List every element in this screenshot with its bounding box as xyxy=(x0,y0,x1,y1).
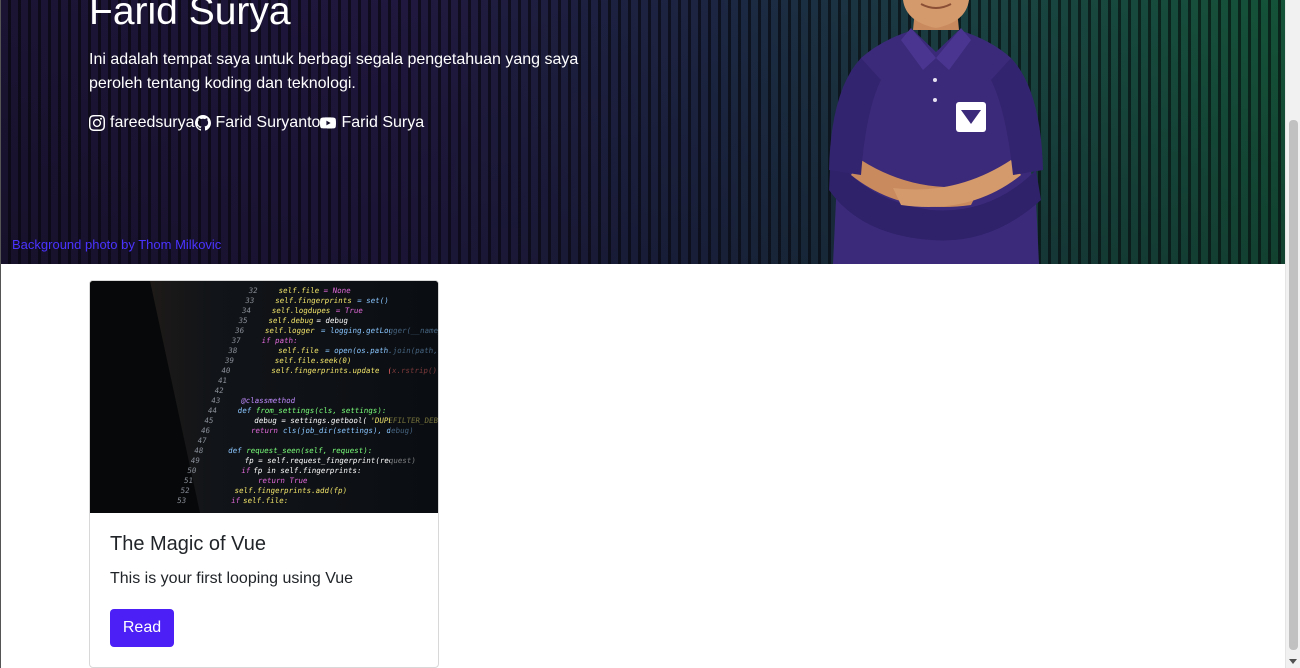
svg-text:46: 46 xyxy=(200,426,211,435)
scroll-down-arrow-icon[interactable] xyxy=(1289,659,1297,664)
read-button[interactable]: Read xyxy=(110,609,174,647)
svg-text:41: 41 xyxy=(217,376,228,385)
svg-text:self.logger: self.logger xyxy=(264,326,315,335)
svg-text:self.logdupes: self.logdupes xyxy=(271,306,331,315)
svg-text:44: 44 xyxy=(207,406,218,415)
svg-text:43: 43 xyxy=(211,396,221,405)
svg-text:= debug: = debug xyxy=(316,316,349,325)
svg-text:def: def xyxy=(237,406,252,415)
svg-text:45: 45 xyxy=(204,416,214,425)
svg-text:from_settings(cls, settings):: from_settings(cls, settings): xyxy=(255,406,387,415)
svg-text:if: if xyxy=(231,496,241,505)
svg-text:fp in self.fingerprints:: fp in self.fingerprints: xyxy=(253,466,362,475)
hero-title: Farid Surya xyxy=(89,0,291,33)
scrollbar-thumb[interactable] xyxy=(1289,120,1298,650)
svg-text:debug = settings.getbool(: debug = settings.getbool( xyxy=(254,416,368,425)
svg-text:@classmethod: @classmethod xyxy=(241,396,296,405)
post-card: 32 33 34 35 36 37 38 39 40 41 42 43 44 45 46 47 48 4… xyxy=(89,280,439,668)
svg-text:53: 53 xyxy=(177,496,187,505)
svg-text:if: if xyxy=(241,466,251,475)
svg-text:self.debug: self.debug xyxy=(268,316,314,325)
svg-text:self.fingerprints.add(fp): self.fingerprints.add(fp) xyxy=(234,486,348,495)
vertical-scrollbar[interactable] xyxy=(1285,0,1300,668)
youtube-icon xyxy=(320,117,337,129)
svg-text:request_seen(self, request):: request_seen(self, request): xyxy=(246,446,373,455)
profile-photo xyxy=(829,0,1043,264)
github-icon xyxy=(194,115,211,131)
post-card-body: The Magic of Vue This is your first loop… xyxy=(110,533,418,647)
svg-text:49: 49 xyxy=(190,456,201,465)
svg-text:self.file.seek(0): self.file.seek(0) xyxy=(274,356,352,365)
svg-text:self.file: self.file xyxy=(278,286,320,295)
svg-text:self.file: self.file xyxy=(278,346,320,355)
svg-text:52: 52 xyxy=(180,486,190,495)
youtube-label: Farid Surya xyxy=(341,114,425,131)
svg-text:42: 42 xyxy=(214,386,224,395)
svg-text:51: 51 xyxy=(183,476,194,485)
svg-text:48: 48 xyxy=(194,446,205,455)
svg-text:= set(): = set() xyxy=(357,296,390,305)
svg-text:35: 35 xyxy=(238,316,248,325)
svg-text:self.fingerprints.update: self.fingerprints.update xyxy=(271,366,381,375)
post-card-title: The Magic of Vue xyxy=(110,533,267,555)
photo-credit-link[interactable]: Background photo by Thom Milkovic xyxy=(12,237,221,252)
code-screen-image: 323334 353637 383940 414243 444546 47484… xyxy=(90,281,438,513)
hero-banner: Farid Surya Ini adalah tempat saya untuk… xyxy=(1,0,1285,264)
svg-text:37: 37 xyxy=(231,336,241,345)
github-label: Farid Suryanto xyxy=(215,114,321,131)
svg-text:return: return xyxy=(250,426,278,435)
svg-text:= None: = None xyxy=(323,286,352,295)
svg-text:= True: = True xyxy=(335,306,364,315)
svg-text:34: 34 xyxy=(241,306,252,315)
github-link[interactable]: Farid Suryanto xyxy=(194,114,321,132)
svg-text:32: 32 xyxy=(248,286,258,295)
svg-text:39: 39 xyxy=(224,356,235,365)
svg-text:40: 40 xyxy=(221,366,232,375)
social-links: fareedsurya Farid Suryanto Farid Surya xyxy=(89,114,424,132)
page: Farid Surya Ini adalah tempat saya untuk… xyxy=(0,0,1285,668)
svg-text:self.fingerprints: self.fingerprints xyxy=(275,296,353,305)
svg-text:38: 38 xyxy=(228,346,239,355)
instagram-icon xyxy=(89,115,105,131)
svg-text:50: 50 xyxy=(187,466,198,475)
instagram-label: fareedsurya xyxy=(110,114,195,131)
svg-text:def: def xyxy=(228,446,243,455)
svg-text:47: 47 xyxy=(197,436,207,445)
svg-text:return True: return True xyxy=(257,476,308,485)
svg-text:36: 36 xyxy=(234,326,245,335)
post-card-image: 32 33 34 35 36 37 38 39 40 41 42 43 44 45 46 47 48 4… xyxy=(90,281,438,513)
svg-text:self.file:: self.file: xyxy=(243,496,289,505)
svg-text:if path:: if path: xyxy=(261,336,298,345)
youtube-link[interactable]: Farid Surya xyxy=(320,114,424,132)
post-card-text: This is your first looping using Vue xyxy=(110,570,354,587)
hero-description: Ini adalah tempat saya untuk berbagi seg… xyxy=(89,51,579,92)
instagram-link[interactable]: fareedsurya xyxy=(89,114,195,132)
svg-text:33: 33 xyxy=(245,296,255,305)
